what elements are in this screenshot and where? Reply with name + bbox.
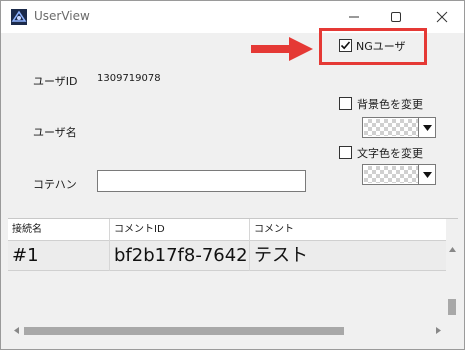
text-color-dropdown[interactable] (362, 164, 436, 185)
kotehan-input[interactable] (97, 170, 306, 192)
bg-color-dropdown[interactable] (362, 117, 436, 138)
bg-color-checkbox[interactable] (339, 97, 352, 110)
scroll-up-arrow[interactable] (446, 243, 458, 255)
comment-grid: 接続名 コメントID コメント #1 bf2b17f8-7642 テスト (8, 218, 458, 342)
window-title: UserView (34, 9, 90, 23)
column-header-comment-id[interactable]: コメントID (110, 219, 250, 241)
triangle-left-icon (13, 326, 19, 334)
horizontal-scrollbar[interactable] (8, 323, 446, 337)
column-header-comment[interactable]: コメント (250, 219, 446, 241)
text-color-swatch (364, 166, 418, 183)
scroll-left-arrow[interactable] (10, 324, 22, 336)
user-id-value: 1309719078 (97, 73, 161, 84)
ng-user-label: NGユーザ (356, 40, 406, 53)
chevron-down-icon (422, 171, 432, 178)
horizontal-scroll-thumb[interactable] (24, 327, 344, 335)
minimize-icon (349, 16, 359, 18)
bg-color-label: 背景色を変更 (357, 98, 423, 111)
cell-comment: テスト (254, 245, 308, 266)
vertical-scroll-thumb[interactable] (448, 299, 456, 315)
maximize-icon (391, 12, 401, 22)
grid-header: 接続名 コメントID コメント (8, 219, 446, 241)
cell-connection: #1 (8, 241, 110, 271)
bg-color-dropdown-button[interactable] (418, 118, 435, 137)
close-icon (436, 11, 448, 23)
bg-color-swatch (364, 119, 418, 136)
ng-user-checkbox[interactable] (339, 39, 352, 52)
triangle-right-icon (435, 326, 441, 334)
scroll-right-arrow[interactable] (432, 324, 444, 336)
checkmark-icon (340, 41, 351, 50)
vertical-scrollbar[interactable] (446, 241, 458, 321)
chevron-down-icon (422, 124, 432, 131)
text-color-checkbox[interactable] (339, 146, 352, 159)
table-row[interactable]: #1 bf2b17f8-7642 テスト (8, 241, 446, 271)
user-id-label: ユーザID (33, 75, 78, 88)
red-arrow-icon (251, 37, 313, 61)
user-name-label: ユーザ名 (33, 126, 77, 139)
text-color-dropdown-button[interactable] (418, 165, 435, 184)
cell-comment-id: bf2b17f8-7642 (110, 241, 250, 271)
text-color-label: 文字色を変更 (357, 147, 423, 160)
userview-window: UserView NGユーザ ユーザID 1309719078 背景色を変更 ユ… (0, 0, 465, 350)
triangle-up-icon (448, 246, 456, 252)
column-header-connection[interactable]: 接続名 (8, 219, 110, 241)
app-icon (11, 9, 27, 25)
kotehan-label: コテハン (33, 178, 77, 191)
